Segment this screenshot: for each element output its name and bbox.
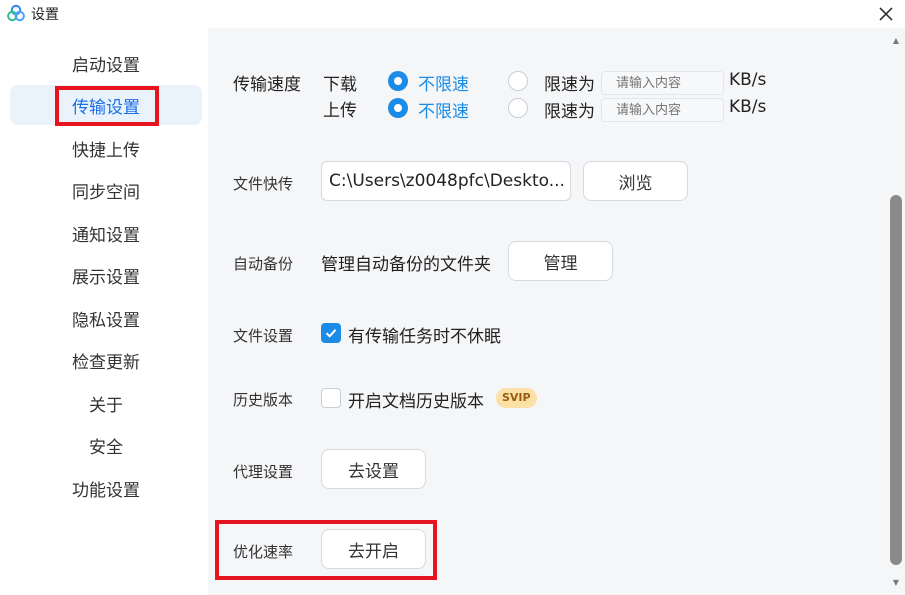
auto-backup-label: 自动备份 — [233, 255, 294, 273]
sidebar-item-notification[interactable]: 通知设置 — [10, 213, 202, 253]
optimize-enable-button[interactable]: 去开启 — [321, 529, 426, 569]
sidebar-item-display[interactable]: 展示设置 — [10, 255, 202, 295]
history-label: 历史版本 — [233, 391, 294, 409]
upload-limit-radio[interactable] — [508, 98, 528, 118]
sidebar-item-about[interactable]: 关于 — [10, 383, 202, 423]
quick-file-path-field[interactable]: C:\Users\z0048pfc\Deskto... — [321, 161, 571, 201]
close-icon[interactable] — [879, 7, 893, 21]
download-limit-radio[interactable] — [508, 71, 528, 91]
window-title: 设置 — [31, 7, 59, 23]
settings-content: 传输速度 下载 不限速 限速为 KB/s 上传 不限速 限速为 KB/s 文件快… — [208, 28, 888, 595]
file-settings-label: 文件设置 — [233, 327, 294, 345]
sidebar-item-sync-space[interactable]: 同步空间 — [10, 170, 202, 210]
close-button[interactable] — [870, 0, 902, 28]
download-unlimited-radio[interactable] — [388, 71, 408, 91]
sidebar-item-startup[interactable]: 启动设置 — [10, 43, 202, 83]
scroll-down-icon[interactable]: ▼ — [891, 578, 901, 588]
download-unit: KB/s — [729, 70, 767, 90]
history-checkbox[interactable] — [321, 388, 341, 408]
browse-button[interactable]: 浏览 — [583, 161, 688, 201]
no-sleep-checkbox[interactable] — [321, 323, 341, 343]
sidebar-item-transfer[interactable]: 传输设置 — [10, 85, 202, 125]
checkmark-icon — [325, 329, 337, 338]
quick-file-label: 文件快传 — [233, 175, 294, 193]
manage-button[interactable]: 管理 — [508, 241, 613, 281]
upload-label: 上传 — [323, 101, 357, 121]
upload-unlimited-radio[interactable] — [388, 98, 408, 118]
upload-unlimited-label[interactable]: 不限速 — [418, 97, 469, 122]
title-bar: 设置 — [0, 0, 905, 28]
proxy-setup-button[interactable]: 去设置 — [321, 449, 426, 489]
app-logo-icon — [7, 4, 25, 22]
proxy-label: 代理设置 — [233, 463, 294, 481]
upload-speed-input[interactable] — [601, 98, 724, 122]
sidebar-item-privacy[interactable]: 隐私设置 — [10, 298, 202, 338]
upload-unit: KB/s — [729, 97, 767, 117]
optimize-label: 优化速率 — [233, 543, 294, 561]
download-speed-input[interactable] — [601, 71, 724, 95]
transfer-speed-label: 传输速度 — [233, 75, 301, 95]
sidebar-item-check-update[interactable]: 检查更新 — [10, 340, 202, 380]
scrollbar-thumb[interactable] — [890, 195, 902, 565]
auto-backup-description: 管理自动备份的文件夹 — [321, 255, 491, 275]
settings-sidebar: 启动设置 传输设置 快捷上传 同步空间 通知设置 展示设置 隐私设置 检查更新 … — [0, 28, 208, 595]
download-limit-label: 限速为 — [544, 75, 595, 95]
svip-badge: SVIP — [496, 388, 537, 408]
scroll-up-icon[interactable]: ▲ — [891, 36, 901, 46]
upload-limit-label: 限速为 — [544, 102, 595, 122]
download-unlimited-label[interactable]: 不限速 — [418, 70, 469, 95]
history-enable-label: 开启文档历史版本 — [348, 392, 484, 412]
sidebar-item-security[interactable]: 安全 — [10, 425, 202, 465]
no-sleep-label: 有传输任务时不休眠 — [348, 327, 501, 347]
download-label: 下载 — [323, 75, 357, 95]
sidebar-item-quick-upload[interactable]: 快捷上传 — [10, 128, 202, 168]
sidebar-item-features[interactable]: 功能设置 — [10, 468, 202, 508]
